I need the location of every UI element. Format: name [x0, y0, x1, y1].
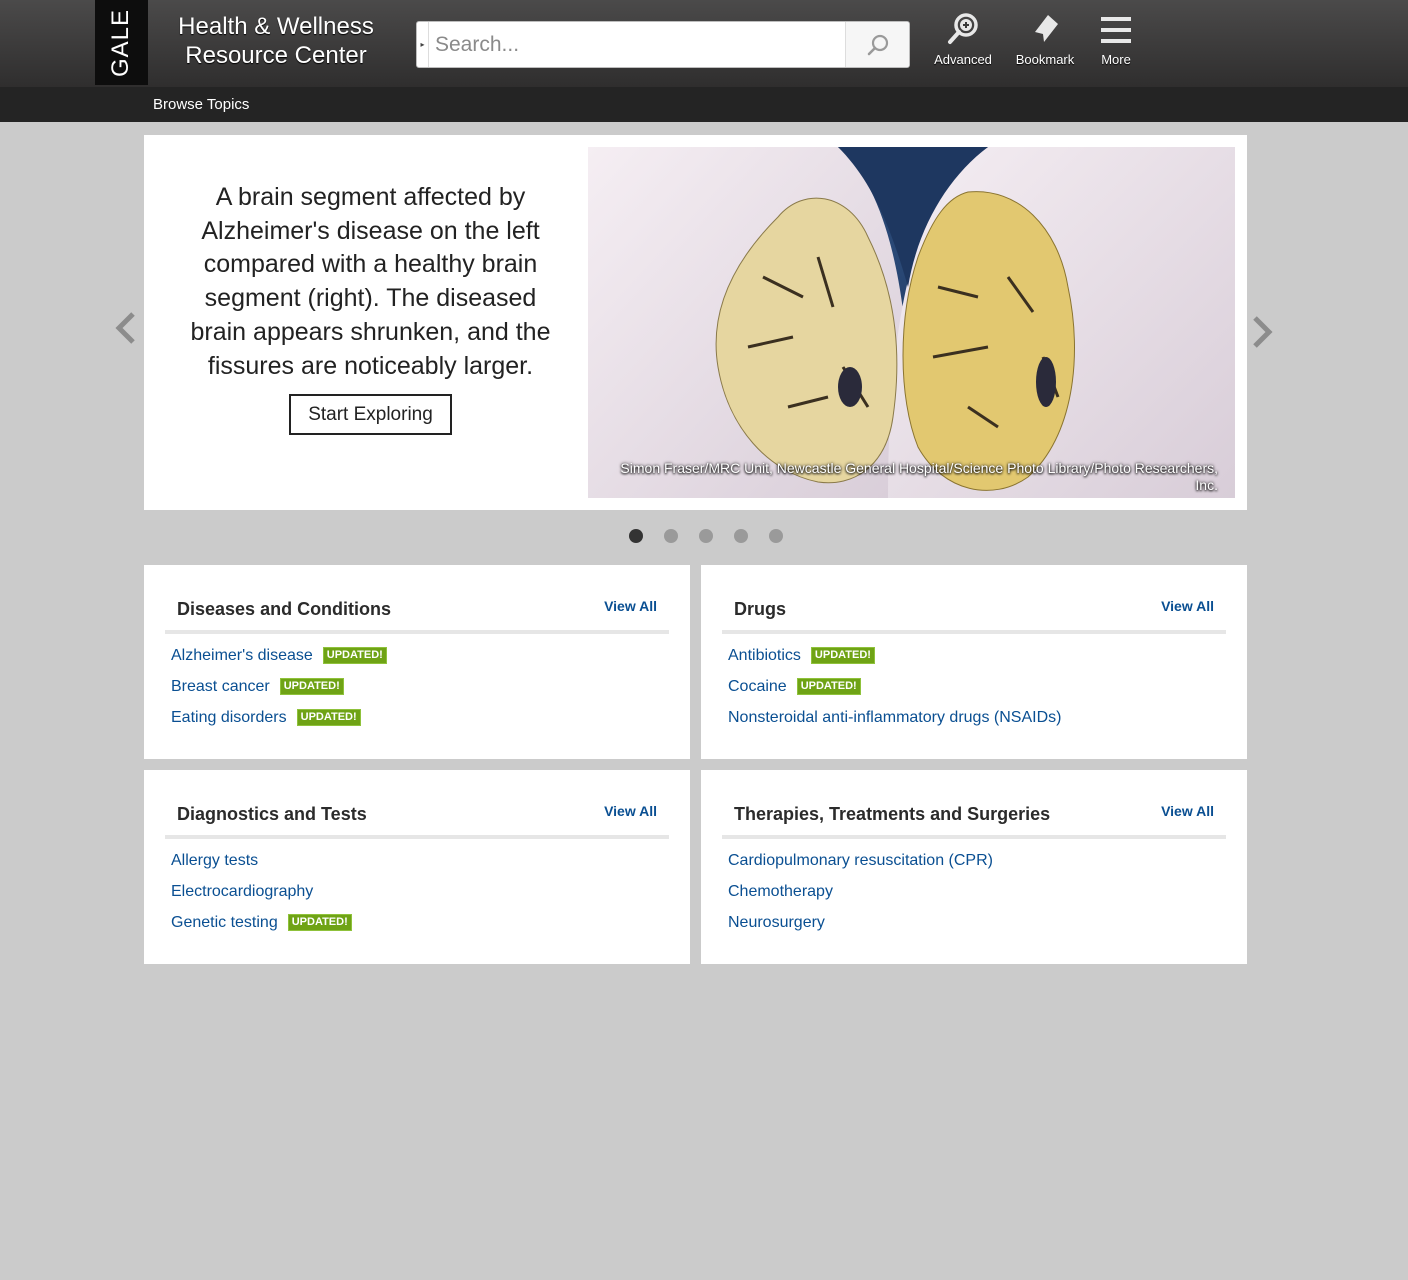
start-exploring-button[interactable]: Start Exploring [289, 394, 452, 435]
view-all-link[interactable]: View All [604, 598, 657, 614]
top-header: GALE Health & Wellness Resource Center ▸… [0, 0, 1408, 87]
product-title[interactable]: Health & Wellness Resource Center [160, 12, 392, 70]
brain-photo-illustration [588, 147, 1235, 498]
topic-link[interactable]: Eating disorders [171, 709, 287, 727]
topic-link[interactable]: Cocaine [728, 678, 787, 696]
card-divider [722, 630, 1226, 634]
card-title: Therapies, Treatments and Surgeries [734, 804, 1051, 824]
updated-badge: UPDATED! [796, 678, 861, 695]
carousel-prev-button[interactable] [110, 303, 140, 353]
updated-badge: UPDATED! [279, 678, 344, 695]
updated-badge: UPDATED! [810, 647, 875, 664]
gale-logo-text: GALE [107, 8, 135, 77]
more-label: More [1101, 52, 1131, 67]
advanced-search-button[interactable]: Advanced [929, 12, 997, 67]
updated-badge: UPDATED! [322, 647, 387, 664]
list-item: Nonsteroidal anti-inflammatory drugs (NS… [728, 702, 1061, 733]
category-card-therapies: Therapies, Treatments and Surgeries View… [701, 770, 1247, 964]
topic-list: Antibiotics UPDATED! Cocaine UPDATED! Nons… [728, 640, 1061, 733]
advanced-search-icon [948, 13, 978, 44]
updated-badge: UPDATED! [287, 914, 352, 931]
category-card-diseases: Diseases and Conditions View All Alzheim… [144, 565, 690, 759]
category-card-diagnostics: Diagnostics and Tests View All Allergy t… [144, 770, 690, 964]
carousel-dot-5[interactable] [769, 529, 783, 543]
topic-link[interactable]: Electrocardiography [171, 883, 313, 901]
search-icon [867, 34, 888, 55]
topic-link[interactable]: Neurosurgery [728, 914, 825, 932]
view-all-link[interactable]: View All [1161, 803, 1214, 819]
card-divider [165, 630, 669, 634]
gale-logo[interactable]: GALE [95, 0, 148, 85]
carousel-pagination [629, 529, 783, 543]
hero-carousel: A brain segment affected by Alzheimer's … [144, 135, 1247, 510]
topic-link[interactable]: Cardiopulmonary resuscitation (CPR) [728, 852, 993, 870]
advanced-label: Advanced [934, 52, 992, 67]
sub-navigation: Browse Topics [0, 87, 1408, 122]
chevron-right-icon [1253, 316, 1273, 348]
carousel-next-button[interactable] [1248, 307, 1278, 357]
list-item: Genetic testing UPDATED! [171, 907, 352, 938]
list-item: Cardiopulmonary resuscitation (CPR) [728, 845, 993, 876]
bookmark-label: Bookmark [1015, 52, 1075, 67]
list-item: Breast cancer UPDATED! [171, 671, 387, 702]
category-card-drugs: Drugs View All Antibiotics UPDATED! Cocai… [701, 565, 1247, 759]
carousel-dot-4[interactable] [734, 529, 748, 543]
topic-link[interactable]: Genetic testing [171, 914, 278, 932]
topic-list: Allergy tests Electrocardiography Geneti… [171, 845, 352, 938]
list-item: Antibiotics UPDATED! [728, 640, 1061, 671]
card-divider [722, 835, 1226, 839]
card-title: Diseases and Conditions [177, 599, 392, 619]
topic-link[interactable]: Antibiotics [728, 647, 801, 665]
topic-link[interactable]: Nonsteroidal anti-inflammatory drugs (NS… [728, 709, 1061, 727]
search-bar: ▸ [416, 21, 910, 68]
topic-link[interactable]: Allergy tests [171, 852, 258, 870]
chevron-left-icon [115, 312, 135, 344]
card-title: Drugs [734, 599, 787, 619]
list-item: Alzheimer's disease UPDATED! [171, 640, 387, 671]
topic-link[interactable]: Breast cancer [171, 678, 270, 696]
browse-topics-link[interactable]: Browse Topics [153, 96, 249, 113]
search-input[interactable] [429, 22, 845, 67]
hamburger-menu-icon [1101, 17, 1131, 43]
list-item: Allergy tests [171, 845, 352, 876]
list-item: Neurosurgery [728, 907, 993, 938]
triangle-right-icon: ▸ [420, 40, 425, 49]
view-all-link[interactable]: View All [1161, 598, 1214, 614]
bookmark-button[interactable]: Bookmark [1012, 12, 1078, 67]
search-options-toggle[interactable]: ▸ [417, 22, 429, 67]
list-item: Chemotherapy [728, 876, 993, 907]
hero-caption: A brain segment affected by Alzheimer's … [190, 183, 551, 380]
carousel-dot-2[interactable] [664, 529, 678, 543]
card-title: Diagnostics and Tests [177, 804, 367, 824]
list-item: Cocaine UPDATED! [728, 671, 1061, 702]
carousel-dot-1[interactable] [629, 529, 643, 543]
topic-list: Alzheimer's disease UPDATED! Breast cance… [171, 640, 387, 733]
updated-badge: UPDATED! [296, 709, 361, 726]
topic-list: Cardiopulmonary resuscitation (CPR) Chem… [728, 845, 993, 938]
card-divider [165, 835, 669, 839]
topic-link[interactable]: Chemotherapy [728, 883, 833, 901]
photo-credit: Simon Fraser/MRC Unit, Newcastle General… [620, 460, 1218, 493]
topic-link[interactable]: Alzheimer's disease [171, 647, 313, 665]
view-all-link[interactable]: View All [604, 803, 657, 819]
more-menu-button[interactable]: More [1094, 12, 1138, 67]
list-item: Electrocardiography [171, 876, 352, 907]
hero-image[interactable]: Simon Fraser/MRC Unit, Newcastle General… [588, 147, 1235, 498]
carousel-dot-3[interactable] [699, 529, 713, 543]
search-button[interactable] [845, 22, 909, 67]
bookmark-icon [1035, 15, 1058, 42]
list-item: Eating disorders UPDATED! [171, 702, 387, 733]
